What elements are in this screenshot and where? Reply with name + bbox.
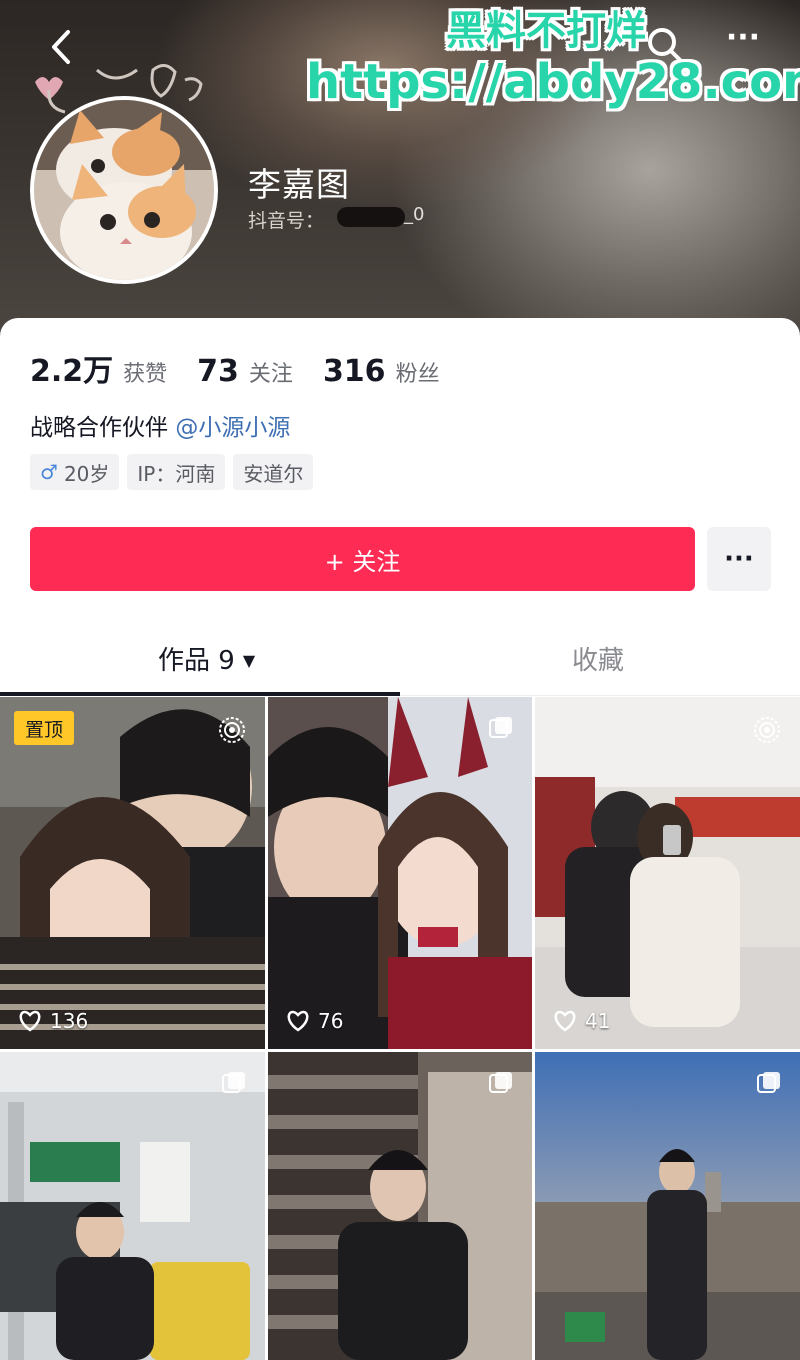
stat-value: 73 [197,354,239,389]
stat-following[interactable]: 73 关注 [197,354,293,389]
stats-row: 2.2万 获赞 73 关注 316 粉丝 [30,346,470,389]
video-thumbnail-image [0,1052,265,1360]
account-id-label: 抖音号： [248,210,325,232]
follow-button[interactable]: + 关注 [30,527,695,591]
account-id-tail: _0 [404,204,425,225]
video-tile[interactable]: 76 [268,697,532,1049]
video-tile[interactable]: 置顶 136 [0,697,265,1049]
like-count: 136 [18,1009,88,1033]
video-thumbnail-image [268,1052,532,1360]
video-thumbnail-image [268,697,532,1049]
back-arrow-icon[interactable] [38,22,88,72]
video-tile[interactable] [535,1052,800,1360]
stat-likes[interactable]: 2.2万 获赞 [30,346,167,390]
live-photo-icon [219,717,245,743]
bio: 战略合作伙伴 @小源小源 [30,408,290,442]
heart-icon [554,1010,576,1032]
live-photo-icon [754,717,780,743]
stat-followers[interactable]: 316 粉丝 [323,354,440,389]
video-tile[interactable] [268,1052,532,1360]
account-id-redaction [337,207,405,227]
heart-icon [287,1010,309,1032]
like-count-value: 136 [50,1009,89,1033]
profile-header: ··· 李嘉图 抖音号： _0 黑料不打烊 https://abdy28.com [0,0,800,345]
tag-gender-age: ♂ 20岁 [30,454,120,490]
tag-ip-location: IP：河南 [127,454,226,490]
video-thumbnail-image [535,697,800,1049]
like-count: 41 [553,1009,610,1033]
bio-mention-link[interactable]: @小源小源 [175,415,290,441]
multi-image-icon [489,717,512,738]
multi-image-icon [222,1072,245,1093]
like-count-value: 76 [318,1009,344,1033]
heart-icon [19,1010,41,1032]
tab-works-label: 作品 9 [158,646,235,676]
avatar[interactable] [30,96,218,284]
video-thumbnail-image [535,1052,800,1360]
profile-tags: ♂ 20岁 IP：河南 安道尔 [30,454,321,490]
caret-down-icon[interactable]: ▼ [243,651,255,670]
watermark-url: https://abdy28.com [306,54,800,110]
more-options-button[interactable]: ··· [707,527,771,591]
tab-favorites[interactable]: 收藏 [572,640,624,677]
stat-value: 316 [322,354,386,389]
bio-text: 战略合作伙伴 [30,415,168,441]
like-count: 76 [286,1009,343,1033]
watermark-title: 黑料不打烊 [446,8,646,54]
pinned-badge: 置顶 [14,711,74,745]
like-count-value: 41 [585,1009,611,1033]
stat-label: 获赞 [123,362,168,387]
watermark: 黑料不打烊 https://abdy28.com [306,8,800,110]
tag-location: 安道尔 [233,454,314,490]
content-tabs: 作品 9 ▼ 收藏 [0,628,800,696]
tab-works[interactable]: 作品 9 ▼ [158,640,255,677]
multi-image-icon [489,1072,512,1093]
video-tile[interactable]: 41 [535,697,800,1049]
stat-label: 关注 [248,362,293,387]
stat-label: 粉丝 [395,362,440,387]
cat-avatar-icon [34,100,214,280]
video-tile[interactable] [0,1052,265,1360]
active-tab-indicator [0,692,400,696]
profile-page: ··· 李嘉图 抖音号： _0 黑料不打烊 https://abdy28.com… [0,0,800,1360]
video-thumbnail-image [0,697,265,1049]
stat-value: 2.2万 [30,354,114,389]
multi-image-icon [757,1072,780,1093]
male-icon: ♂ [40,460,58,484]
username: 李嘉图 [248,165,350,204]
tag-age: 20岁 [63,461,110,486]
